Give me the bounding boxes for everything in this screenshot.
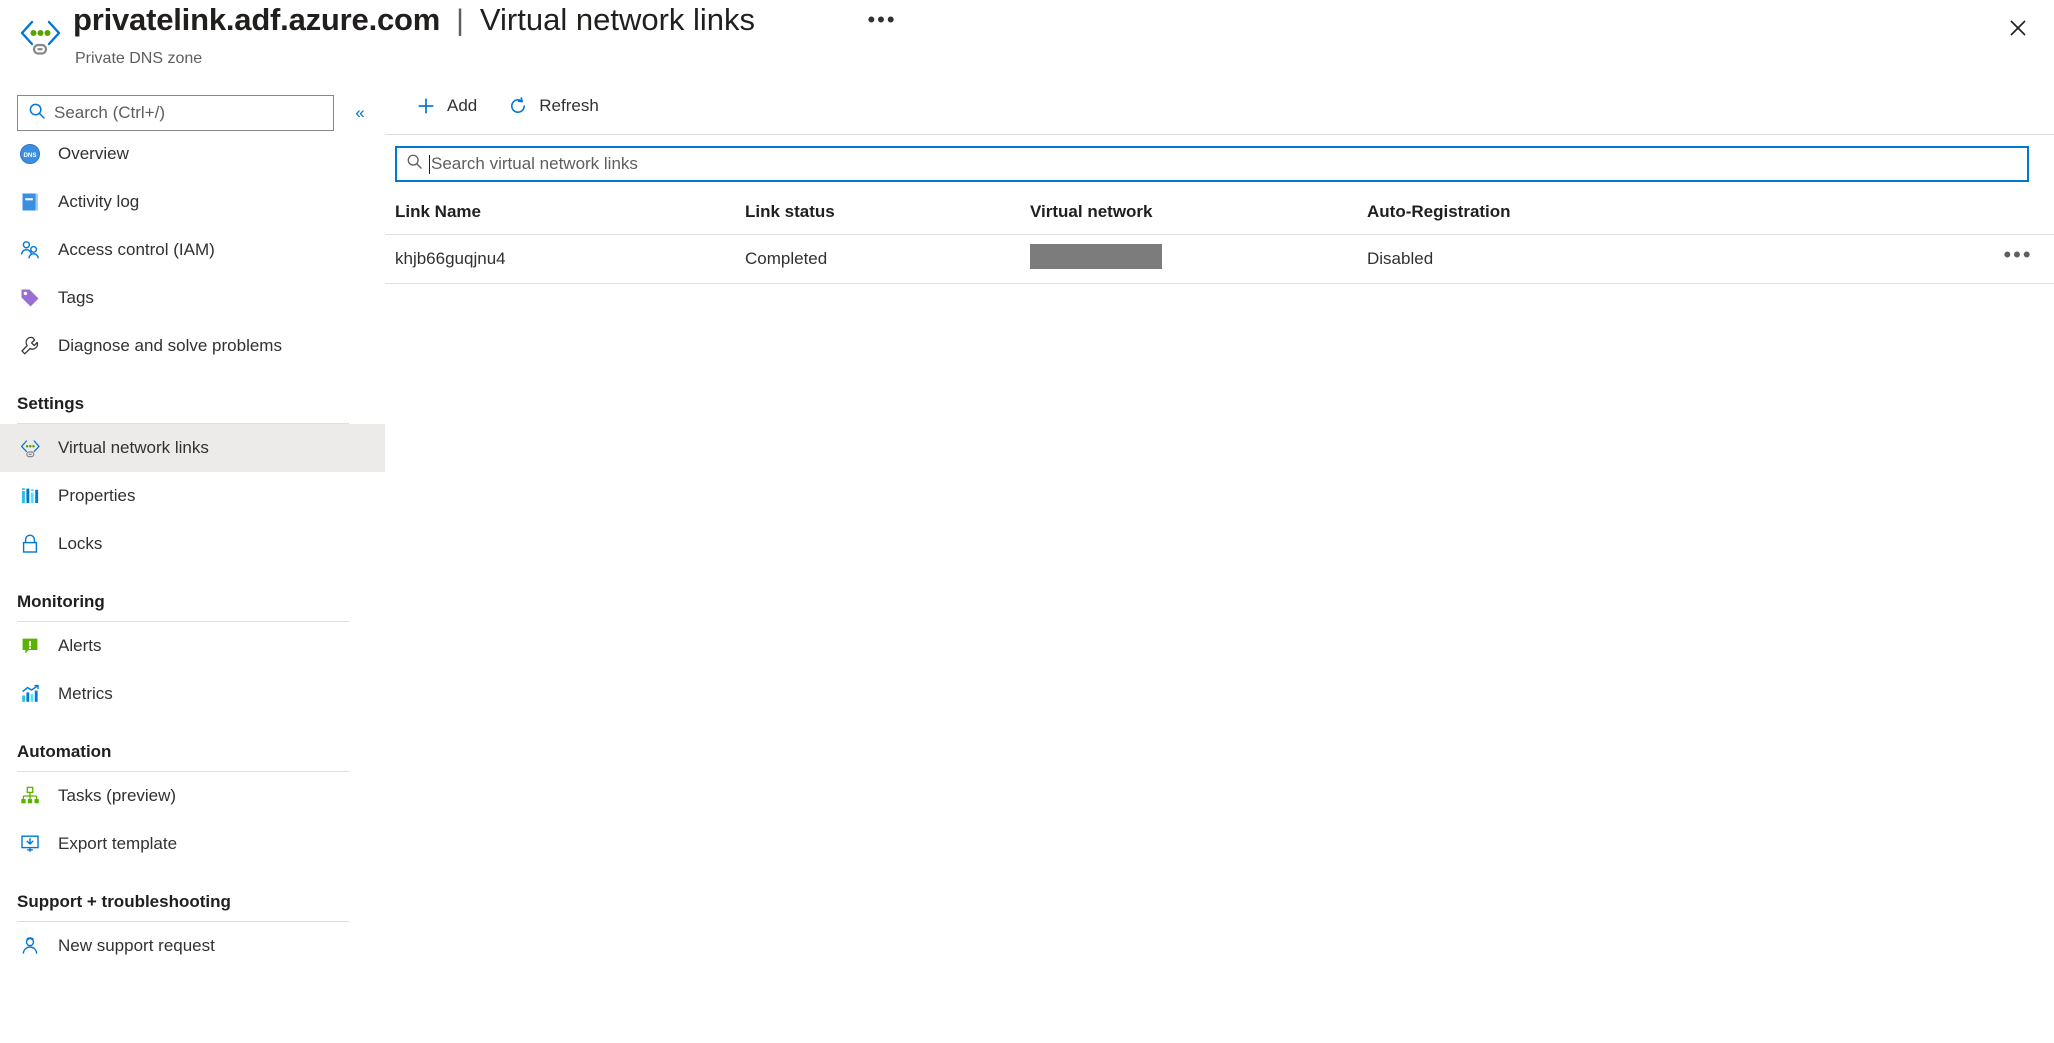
section-title: Settings [17,394,85,413]
activity-log-icon [17,189,43,215]
tasks-icon [17,783,43,809]
virtual-network-links-table: Link Name Link status Virtual network Au… [385,190,2054,284]
sidebar-item-label: Diagnose and solve problems [58,336,282,355]
refresh-button-label: Refresh [539,96,599,115]
metrics-icon [17,681,43,707]
sidebar-section-settings: Settings [0,370,385,424]
sidebar-item-alerts[interactable]: Alerts [0,622,385,670]
svg-text:DNS: DNS [23,152,36,159]
text-cursor [429,155,430,174]
sidebar-item-activity-log[interactable]: Activity log [0,178,385,226]
blade-content: Add Refresh Search virtual network links… [385,78,2054,1043]
alert-icon [17,633,43,659]
filter-search-input-wrap[interactable]: Search virtual network links [429,154,638,174]
sidebar-item-tags[interactable]: Tags [0,274,385,322]
table-row[interactable]: khjb66guqjnu4 Completed Disabled ••• [385,235,2054,283]
column-header-link-status[interactable]: Link status [745,202,1030,222]
page-title: privatelink.adf.azure.com | Virtual netw… [73,2,755,38]
sidebar-item-label: Locks [58,534,103,553]
sidebar-section-automation: Automation [0,718,385,772]
table-header-row: Link Name Link status Virtual network Au… [385,190,2054,234]
lock-icon [17,531,43,557]
section-title: Automation [17,742,112,761]
cell-virtual-network [1030,244,1367,274]
section-title: Support + troubleshooting [17,892,231,911]
filter-search-input[interactable]: Search virtual network links [431,154,638,173]
sidebar-item-diagnose[interactable]: Diagnose and solve problems [0,322,385,370]
table-row-divider [385,283,2054,284]
vnet-link-icon [17,435,43,461]
column-header-auto-registration[interactable]: Auto-Registration [1367,202,1987,222]
sidebar-item-tasks[interactable]: Tasks (preview) [0,772,385,820]
sidebar-item-label: Export template [58,834,178,853]
sidebar-item-virtual-network-links[interactable]: Virtual network links [0,424,385,472]
section-title: Monitoring [17,592,105,611]
dns-circle-icon: DNS [17,141,43,167]
sidebar-item-new-support-request[interactable]: New support request [0,922,385,970]
sidebar-item-label: Tasks (preview) [58,786,177,805]
plus-icon [415,95,437,117]
column-header-link-name[interactable]: Link Name [395,202,745,222]
sidebar-section-support: Support + troubleshooting [0,868,385,922]
resource-name: privatelink.adf.azure.com [73,2,441,37]
sidebar-item-label: Tags [58,288,94,307]
command-bar: Add Refresh [385,78,611,134]
search-icon [406,153,423,175]
cell-link-name[interactable]: khjb66guqjnu4 [395,249,745,269]
sidebar-item-label: Alerts [58,636,102,655]
sidebar-item-label: Access control (IAM) [58,240,215,259]
cell-auto-registration: Disabled [1367,249,1434,268]
sidebar-item-properties[interactable]: Properties [0,472,385,520]
blade-header: privatelink.adf.azure.com | Virtual netw… [0,0,2054,78]
command-bar-divider [385,134,2054,135]
resource-type-subtitle: Private DNS zone [75,50,203,67]
add-button[interactable]: Add [403,86,489,126]
close-icon[interactable] [1998,8,2038,48]
sidebar-item-metrics[interactable]: Metrics [0,670,385,718]
properties-icon [17,483,43,509]
search-icon [28,102,46,125]
sidebar-item-label: Properties [58,486,136,505]
sidebar-nav: DNS Overview Activity log Access control… [0,130,385,970]
row-actions-icon[interactable]: ••• [2000,243,2036,274]
sidebar-item-access-control[interactable]: Access control (IAM) [0,226,385,274]
azure-portal-blade: privatelink.adf.azure.com | Virtual netw… [0,0,2054,1043]
tag-icon [17,285,43,311]
sidebar-item-label: Virtual network links [58,438,209,457]
refresh-button[interactable]: Refresh [495,86,611,126]
more-options-icon[interactable]: ••• [865,9,899,40]
sidebar-item-overview[interactable]: DNS Overview [0,130,385,178]
title-separator: | [456,4,464,37]
sidebar-item-label: Activity log [58,192,140,211]
blade-sidebar: Search (Ctrl+/) « DNS Overview Activity … [0,78,385,1043]
redaction-block [1030,244,1162,269]
sidebar-item-label: Overview [58,144,129,163]
wrench-icon [17,333,43,359]
export-template-icon [17,831,43,857]
sidebar-item-export-template[interactable]: Export template [0,820,385,868]
sidebar-item-locks[interactable]: Locks [0,520,385,568]
filter-search[interactable]: Search virtual network links [395,146,2029,182]
private-dns-zone-icon [16,12,64,60]
sidebar-item-label: New support request [58,936,215,955]
blade-name: Virtual network links [479,2,756,37]
cell-link-status: Completed [745,249,828,268]
column-header-virtual-network[interactable]: Virtual network [1030,202,1367,222]
people-icon [17,237,43,263]
sidebar-search-input[interactable]: Search (Ctrl+/) [54,103,165,123]
collapse-sidebar-icon[interactable]: « [347,100,373,126]
support-person-icon [17,933,43,959]
sidebar-search[interactable]: Search (Ctrl+/) [17,95,334,131]
sidebar-section-monitoring: Monitoring [0,568,385,622]
add-button-label: Add [447,96,478,115]
refresh-icon [507,95,529,117]
sidebar-item-label: Metrics [58,684,113,703]
